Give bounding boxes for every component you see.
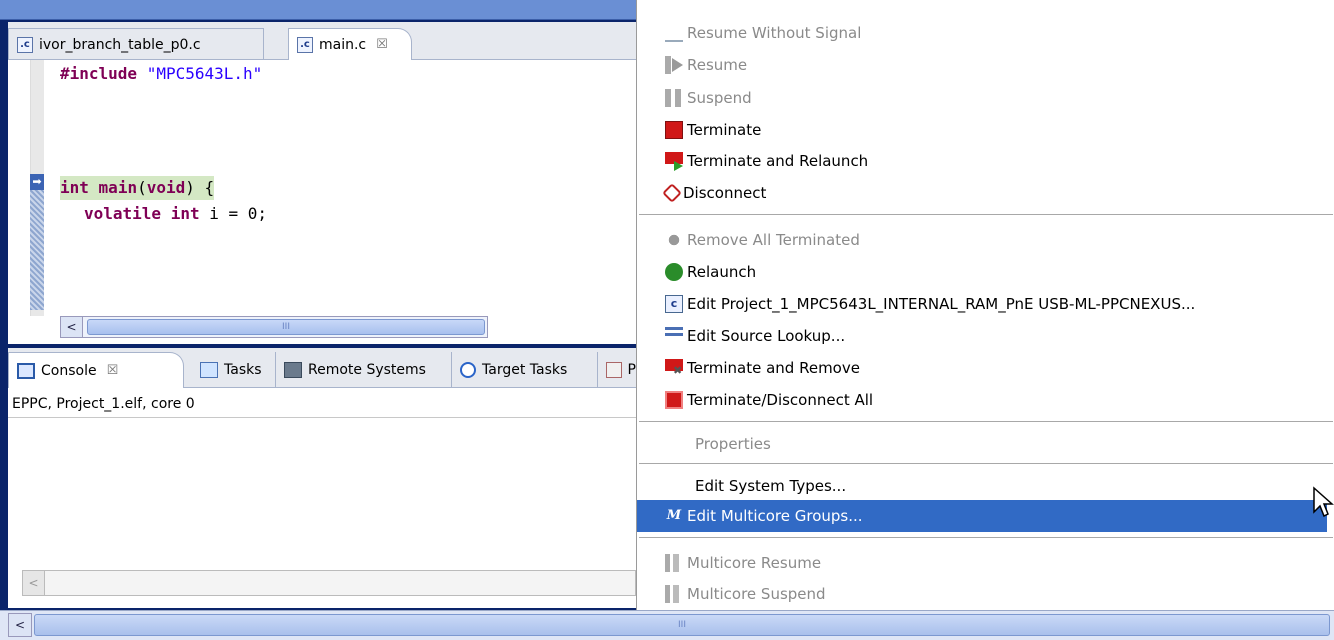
menu-item-edit-multicore-groups[interactable]: M Edit Multicore Groups... [637,500,1327,532]
disconnect-icon [662,183,682,203]
edit-source-lookup-icon [665,327,683,345]
menu-separator [639,463,1333,464]
menu-item-disconnect[interactable]: Disconnect [637,177,1327,209]
ide-workbench: .c ivor_branch_table_p0.c .c main.c ☒ ➡ … [0,0,636,640]
close-tab-icon[interactable]: ☒ [376,37,388,52]
console-horizontal-scrollbar[interactable]: < [22,570,636,596]
console-tab-bar: Console ☒ Tasks Remote Systems Target Ta… [8,348,636,388]
close-tab-icon[interactable]: ☒ [107,363,119,378]
tab-target-tasks[interactable]: Target Tasks [452,352,598,388]
relaunch-icon [665,263,683,281]
scroll-thumb[interactable]: III [34,614,1330,636]
terminate-icon [665,121,683,139]
c-file-icon: .c [297,36,313,53]
remote-systems-icon [284,362,302,378]
suspend-icon [665,89,683,107]
tab-label: main.c [319,36,367,53]
current-instruction-band [30,174,44,310]
menu-item-resume-without-signal[interactable]: Resume Without Signal [637,17,1327,49]
context-menu: Resume Without Signal Resume Suspend Ter… [636,0,1334,610]
menu-item-terminate-and-remove[interactable]: Terminate and Remove [637,352,1327,384]
menu-item-terminate-and-relaunch[interactable]: Terminate and Relaunch [637,145,1327,177]
tab-main-c[interactable]: .c main.c ☒ [288,28,412,60]
code-line-volatile: volatile int i = 0; [84,204,268,223]
tab-properties[interactable]: P [598,352,636,388]
menu-item-terminate[interactable]: Terminate [637,114,1327,146]
tab-label: ivor_branch_table_p0.c [39,36,201,53]
console-icon [17,362,35,379]
terminate-all-icon [665,391,683,409]
remove-all-icon [665,231,683,249]
menu-item-resume[interactable]: Resume [637,49,1327,81]
menu-item-multicore-resume[interactable]: Multicore Resume [637,547,1327,579]
terminate-relaunch-icon [665,152,683,171]
code-line-main: int main(void) { [60,176,215,200]
menu-separator [639,537,1333,538]
menu-item-multicore-suspend[interactable]: Multicore Suspend [637,578,1327,610]
scroll-left-button[interactable]: < [61,317,83,337]
divider [8,417,636,418]
c-file-icon: .c [17,36,33,53]
menu-item-edit-launch-config[interactable]: c Edit Project_1_MPC5643L_INTERNAL_RAM_P… [637,288,1327,320]
menu-item-edit-system-types[interactable]: Edit System Types... [637,470,1327,502]
resume-without-signal-icon [665,24,683,42]
multicore-resume-icon [665,554,683,572]
instruction-pointer-icon: ➡ [30,174,44,190]
menu-item-remove-all-terminated[interactable]: Remove All Terminated [637,224,1327,256]
resume-icon [665,56,683,74]
menu-item-properties[interactable]: Properties [637,428,1327,460]
console-process-label: EPPC, Project_1.elf, core 0 [12,396,195,412]
menu-item-suspend[interactable]: Suspend [637,82,1327,114]
menu-item-edit-source-lookup[interactable]: Edit Source Lookup... [637,320,1327,352]
menu-separator [639,421,1333,422]
menu-separator [639,214,1333,215]
multicore-suspend-icon [665,585,683,603]
menu-item-relaunch[interactable]: Relaunch [637,256,1327,288]
code-line-include: #include "MPC5643L.h" [60,64,263,83]
target-tasks-icon [460,362,476,378]
scroll-left-button[interactable]: < [8,613,32,637]
tab-tasks[interactable]: Tasks [192,352,276,388]
scroll-left-button[interactable]: < [23,571,45,595]
multicore-groups-icon: M [666,508,682,523]
properties-icon [606,362,622,378]
scroll-thumb[interactable]: III [87,319,485,335]
c-launch-config-icon: c [665,295,683,313]
terminate-remove-icon [665,359,683,377]
editor-ruler: ➡ [8,60,46,316]
main-horizontal-scrollbar[interactable]: < III [0,610,1334,640]
title-strip [0,0,636,20]
tasks-icon [200,362,218,378]
editor-tab-bar: .c ivor_branch_table_p0.c .c main.c ☒ [8,22,636,60]
editor-horizontal-scrollbar[interactable]: < III [60,316,488,338]
tab-console[interactable]: Console ☒ [8,352,184,388]
code-editor[interactable]: .c ivor_branch_table_p0.c .c main.c ☒ ➡ … [8,22,636,344]
console-view: Console ☒ Tasks Remote Systems Target Ta… [8,348,636,608]
mouse-pointer-icon [1313,486,1334,518]
menu-item-terminate-disconnect-all[interactable]: Terminate/Disconnect All [637,384,1327,416]
tab-ivor-branch-table[interactable]: .c ivor_branch_table_p0.c [8,28,264,60]
tab-remote-systems[interactable]: Remote Systems [276,352,452,388]
